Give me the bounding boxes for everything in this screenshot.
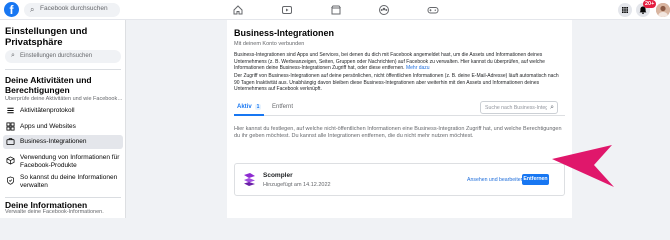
tab-active[interactable]: Aktiv 1 <box>237 104 262 110</box>
global-search-placeholder: Facebook durchsuchen <box>40 5 108 12</box>
home-icon[interactable] <box>232 4 244 16</box>
remove-button[interactable]: Entfernen <box>522 174 549 185</box>
integration-search-input[interactable]: Suche nach Business-Integra ⌕ <box>480 101 558 114</box>
groups-icon[interactable] <box>378 4 390 16</box>
annotation-arrow <box>552 145 614 187</box>
search-icon: ⌕ <box>11 52 15 59</box>
shield-icon <box>6 176 15 185</box>
learn-more-link[interactable]: Mehr dazu <box>406 65 430 71</box>
search-icon: ⌕ <box>550 104 554 111</box>
section-subtitle-activity: Überprüfe deine Aktivitäten und wie Face… <box>5 96 123 102</box>
view-and-edit-link[interactable]: Ansehen und bearbeiten <box>467 177 524 183</box>
tab-removed[interactable]: Entfernt <box>272 104 293 110</box>
sidebar-item-label: So kannst du deine Informationen verwalt… <box>20 174 118 189</box>
sidebar-item-label: Apps und Websites <box>20 123 76 130</box>
settings-search-input[interactable]: ⌕ Einstellungen durchsuchen <box>5 50 121 63</box>
cube-icon <box>6 156 15 165</box>
briefcase-icon <box>6 138 15 146</box>
top-navigation-bar: f ⌕ Facebook durchsuchen 20+ <box>0 0 670 20</box>
page-scrollbar[interactable] <box>666 20 670 218</box>
integration-row: Scompler Hinzugefügt am 14.12.2022 Anseh… <box>234 163 565 196</box>
section-title-activity: Deine Aktivitäten und Berechtigungen <box>5 75 92 95</box>
intro-paragraph: Business-Integrationen sind Apps und Ser… <box>234 52 564 72</box>
sidebar-item-manage-info[interactable]: So kannst du deine Informationen verwalt… <box>3 172 123 192</box>
notification-badge: 20+ <box>643 0 657 8</box>
sidebar-item-info-usage[interactable]: Verwendung von Informationen für Faceboo… <box>3 152 123 172</box>
divider <box>5 197 121 198</box>
tab-description: Hier kannst du festlegen, auf welche nic… <box>234 126 562 139</box>
sidebar-item-label: Aktivitätenprotokoll <box>20 107 75 114</box>
search-icon: ⌕ <box>30 5 35 14</box>
sidebar-item-activity-log[interactable]: Aktivitätenprotokoll <box>3 104 123 118</box>
facebook-logo[interactable]: f <box>4 2 19 17</box>
scompler-logo-icon <box>244 173 255 186</box>
business-integrations-panel: Business-Integrationen Mit deinem Konto … <box>227 20 572 218</box>
page-title: Business-Integrationen <box>234 28 335 38</box>
apps-icon <box>6 122 15 131</box>
sidebar-title: Einstellungen und Privatsphäre <box>5 26 88 48</box>
profile-photo <box>656 3 670 17</box>
settings-sidebar: Einstellungen und Privatsphäre ⌕ Einstel… <box>0 20 126 218</box>
account-avatar[interactable] <box>656 3 670 17</box>
sidebar-item-business-integrations[interactable]: Business-Integrationen <box>3 135 123 149</box>
menu-grid-icon <box>622 7 628 13</box>
integration-search-placeholder: Suche nach Business-Integra <box>485 105 547 111</box>
sidebar-item-apps-websites[interactable]: Apps und Websites <box>3 120 123 134</box>
integration-added-date: Hinzugefügt am 14.12.2022 <box>263 182 331 188</box>
integration-name: Scompler <box>263 172 293 179</box>
divider <box>5 69 121 70</box>
active-tab-indicator <box>234 114 264 116</box>
sidebar-item-label: Business-Integrationen <box>20 138 87 145</box>
expiry-paragraph: Der Zugriff von Business-Integrationen a… <box>234 73 559 92</box>
tab-active-count: 1 <box>254 104 262 110</box>
intro-text: Business-Integrationen sind Apps und Ser… <box>234 52 545 71</box>
settings-search-placeholder: Einstellungen durchsuchen <box>20 53 93 59</box>
watch-icon[interactable] <box>281 4 293 16</box>
section-subtitle-your-info: Verwalte deine Facebook-Informationen. <box>5 209 104 215</box>
sidebar-item-label: Verwendung von Informationen für Faceboo… <box>20 154 120 169</box>
gaming-icon[interactable] <box>427 4 439 16</box>
tab-active-label: Aktiv <box>237 104 252 110</box>
menu-button[interactable] <box>618 3 632 17</box>
activity-log-icon <box>7 107 14 114</box>
global-search-input[interactable]: ⌕ Facebook durchsuchen <box>24 3 120 17</box>
page-subtitle: Mit deinem Konto verbunden <box>234 41 305 47</box>
marketplace-icon[interactable] <box>330 4 342 16</box>
